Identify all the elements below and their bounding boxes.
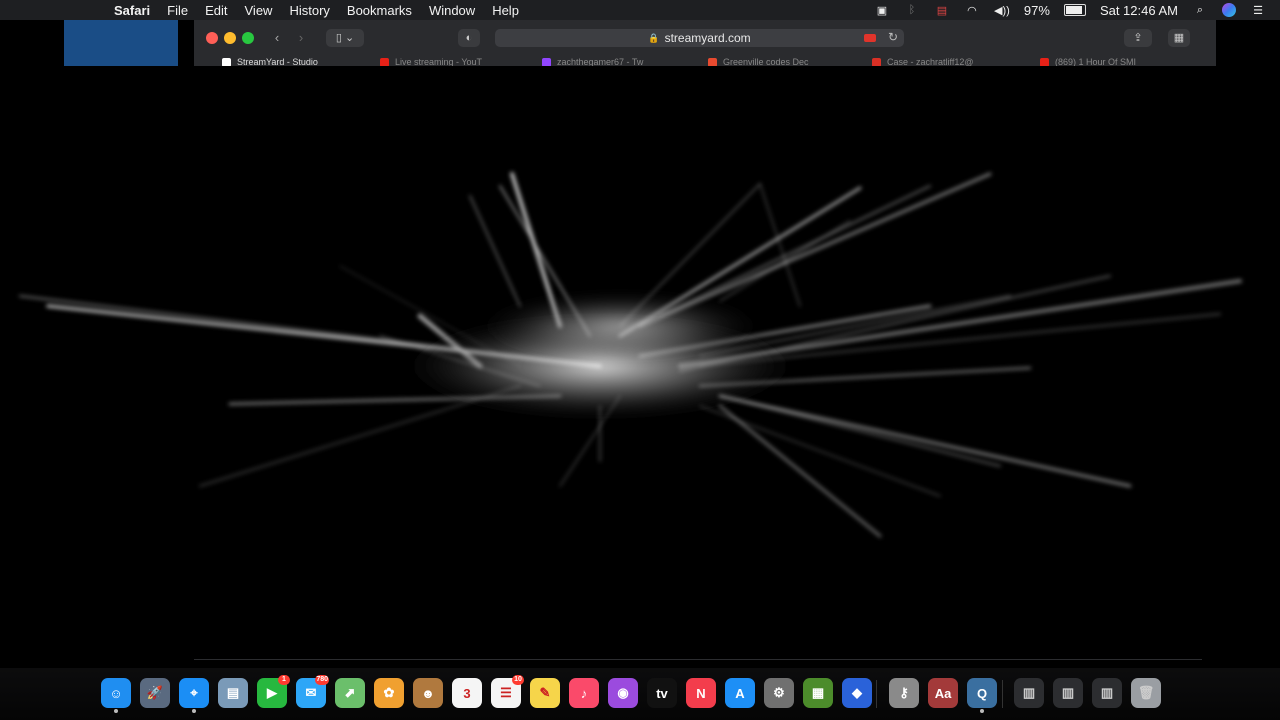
dock-launchpad-icon[interactable]: 🚀 <box>140 678 170 708</box>
dock-finder-icon[interactable]: ☺ <box>101 678 131 713</box>
splash-streak <box>469 195 521 307</box>
battery-percent: 97% <box>1023 2 1050 18</box>
tab-streamyard[interactable]: StreamYard - Studio <box>222 56 362 66</box>
menu-history[interactable]: History <box>289 3 329 18</box>
dock-notes-icon[interactable]: ✎ <box>530 678 560 708</box>
bluetooth-icon[interactable]: ᛒ <box>904 4 920 16</box>
tab-twitch[interactable]: zachthegamer67 - Tw <box>542 56 672 66</box>
tab-label: zachthegamer67 - Tw <box>557 57 644 66</box>
dock-minecraft-icon[interactable]: ▦ <box>803 678 833 708</box>
dock-podcasts-icon[interactable]: ◉ <box>608 678 638 708</box>
notification-center-icon[interactable]: ☰ <box>1250 4 1266 17</box>
close-window-button[interactable] <box>206 32 218 44</box>
dock-calendar-icon[interactable]: 3 <box>452 678 482 708</box>
flag-us-icon[interactable]: ▤ <box>934 4 950 17</box>
notification-badge: 10 <box>512 675 524 685</box>
dock-system-preferences-icon[interactable]: ⚙ <box>764 678 794 708</box>
menu-edit[interactable]: Edit <box>205 3 227 18</box>
splash-streak <box>699 405 941 497</box>
tab-label: Case - zachratliff12@ <box>887 57 974 66</box>
tab-favicon <box>222 57 231 66</box>
dock-maps-icon[interactable]: ⬈ <box>335 678 365 708</box>
tab-label: Live streaming - YouT <box>395 57 483 66</box>
tab-favicon <box>1040 57 1049 66</box>
siri-icon[interactable] <box>1222 3 1236 17</box>
dock-documents-stack-icon[interactable]: ▥ <box>1053 678 1083 708</box>
dock-preview-icon[interactable]: ▤ <box>218 678 248 708</box>
video-content-area <box>0 66 1280 660</box>
url-text: streamyard.com <box>664 31 751 45</box>
dock-separator <box>876 680 877 708</box>
dock-facetime-icon[interactable]: ▶ 1 <box>257 675 290 708</box>
reload-icon[interactable]: ↻ <box>888 30 898 44</box>
tab-label: StreamYard - Studio <box>237 57 318 66</box>
notification-badge: 1 <box>278 675 290 685</box>
dock-apple-tv-icon[interactable]: tv <box>647 678 677 708</box>
dock: ☺ 🚀 ⌖ ▤ ▶ 1 ✉ 780 ⬈ ✿ ☻ 3 ☰ 10 ✎ ♪ ◉ tv N A ⚙ ▦ ◆ ⚷ Aa Q ▥ ▥ ▥ 🗑 <box>0 668 1280 720</box>
sidebar-toggle-button[interactable]: ▯ ⌄ <box>326 29 364 47</box>
tab-youtube-live[interactable]: Live streaming - YouT <box>380 56 510 66</box>
safari-window: ‹ › ▯ ⌄ ◐ 🔒 streamyard.com ↻ ⇪ ▦ StreamY… <box>194 20 1216 67</box>
menu-bookmarks[interactable]: Bookmarks <box>347 3 412 18</box>
dock-reminders-icon[interactable]: ☰ 10 <box>491 675 524 708</box>
tab-label: Greenville codes Dec <box>723 57 809 66</box>
recording-indicator-icon[interactable] <box>864 34 876 42</box>
background-window <box>64 20 178 66</box>
dock-top-edge <box>194 659 1202 660</box>
tab-favicon <box>708 57 717 66</box>
dock-separator <box>1002 680 1003 708</box>
menu-window[interactable]: Window <box>429 3 475 18</box>
dock-quicktime-icon[interactable]: Q <box>967 678 997 713</box>
tab-favicon <box>380 57 389 66</box>
dock-dictionary-icon[interactable]: Aa <box>928 678 958 708</box>
volume-icon[interactable]: ◀)) <box>994 4 1010 17</box>
dock-keychain-icon[interactable]: ⚷ <box>889 678 919 708</box>
dock-photos-icon[interactable]: ✿ <box>374 678 404 708</box>
splash-streak <box>719 395 1001 467</box>
splash-artwork <box>19 172 1242 538</box>
dock-trash-icon[interactable]: 🗑 <box>1131 678 1161 708</box>
splash-streak <box>718 394 1132 488</box>
back-button[interactable]: ‹ <box>266 29 288 47</box>
tab-bar: StreamYard - Studio Live streaming - You… <box>194 56 1216 66</box>
battery-icon[interactable] <box>1063 4 1086 16</box>
menu-clock[interactable]: Sat 12:46 AM <box>1100 3 1178 18</box>
spotlight-search-icon[interactable]: ⌕ <box>1192 4 1208 16</box>
notification-badge: 780 <box>315 675 329 685</box>
menu-bar: Safari File Edit View History Bookmarks … <box>0 0 1280 20</box>
dock-music-icon[interactable]: ♪ <box>569 678 599 708</box>
dock-contacts-icon[interactable]: ☻ <box>413 678 443 708</box>
wifi-icon[interactable]: ◠ <box>964 4 980 17</box>
fullscreen-window-button[interactable] <box>242 32 254 44</box>
menu-view[interactable]: View <box>245 3 273 18</box>
splash-core <box>470 291 770 361</box>
minimize-window-button[interactable] <box>224 32 236 44</box>
running-indicator <box>192 709 196 713</box>
lock-icon: 🔒 <box>648 32 660 43</box>
forward-button[interactable]: › <box>290 29 312 47</box>
screen-mirroring-icon[interactable]: ▣ <box>874 4 890 17</box>
tab-overview-button[interactable]: ▦ <box>1168 29 1190 47</box>
privacy-report-button[interactable]: ◐ <box>458 29 480 47</box>
dock-app-store-icon[interactable]: A <box>725 678 755 708</box>
tab-youtube-video[interactable]: (869) 1 Hour Of SMI <box>1040 56 1170 66</box>
tab-greenville-codes[interactable]: Greenville codes Dec <box>708 56 838 66</box>
menu-help[interactable]: Help <box>492 3 519 18</box>
tab-favicon <box>872 57 881 66</box>
dock-messages-icon[interactable]: ✉ 780 <box>296 675 329 708</box>
dock-news-icon[interactable]: N <box>686 678 716 708</box>
dock-safari-icon[interactable]: ⌖ <box>179 678 209 713</box>
running-indicator <box>114 709 118 713</box>
tab-case-email[interactable]: Case - zachratliff12@ <box>872 56 1002 66</box>
dock-downloads-stack-icon[interactable]: ▥ <box>1014 678 1044 708</box>
tab-label: (869) 1 Hour Of SMI <box>1055 57 1137 66</box>
menu-app-name[interactable]: Safari <box>114 3 150 18</box>
dock-roblox-studio-icon[interactable]: ◆ <box>842 678 872 708</box>
tab-favicon <box>542 57 551 66</box>
running-indicator <box>980 709 984 713</box>
menu-file[interactable]: File <box>167 3 188 18</box>
share-button[interactable]: ⇪ <box>1124 29 1152 47</box>
dock-screenshots-stack-icon[interactable]: ▥ <box>1092 678 1122 708</box>
address-bar[interactable]: 🔒 streamyard.com ↻ <box>495 29 904 47</box>
